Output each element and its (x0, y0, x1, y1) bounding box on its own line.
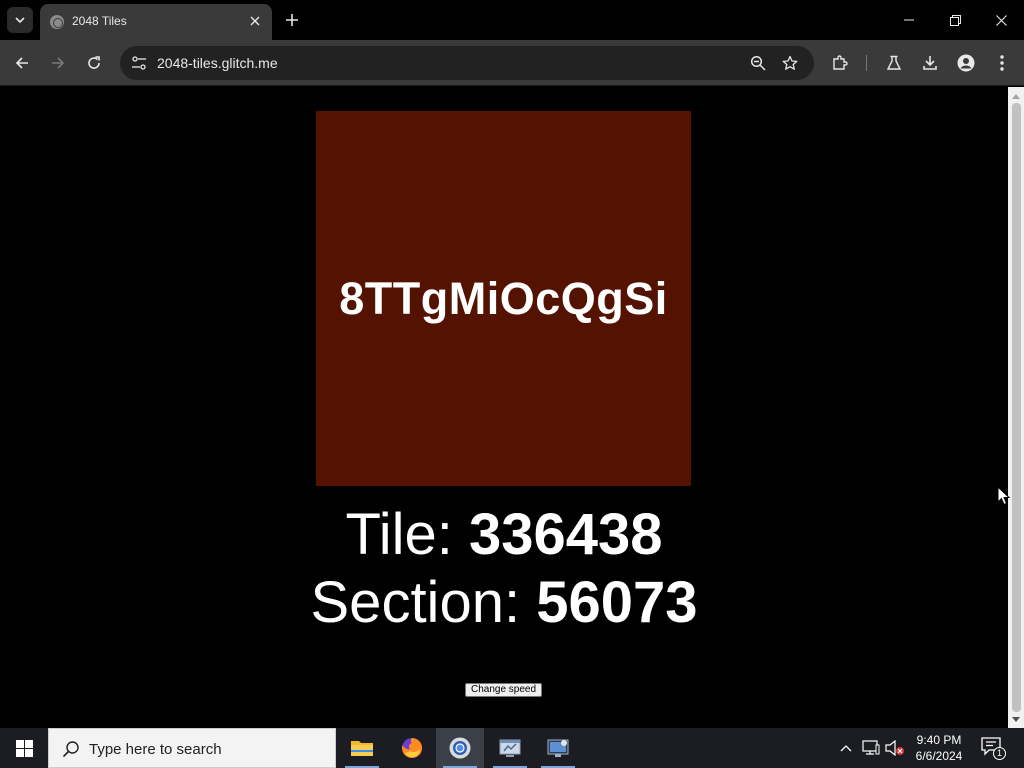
tab-close-button[interactable] (246, 12, 264, 30)
firefox-taskbar-button[interactable] (388, 728, 436, 768)
bookmark-button[interactable] (778, 51, 802, 75)
reload-icon (88, 56, 100, 69)
search-icon (62, 741, 79, 758)
show-hidden-icons-button[interactable] (836, 738, 856, 758)
browser-toolbar: 2048-tiles.glitch.me (0, 40, 1024, 86)
plus-icon (286, 14, 298, 26)
site-info-icon[interactable] (128, 52, 150, 74)
extensions-button[interactable] (826, 49, 854, 77)
chevron-up-icon (840, 745, 852, 752)
tab-title: 2048 Tiles (72, 14, 127, 28)
search-placeholder: Type here to search (89, 741, 222, 758)
url-text: 2048-tiles.glitch.me (157, 55, 278, 71)
restore-button[interactable] (932, 0, 978, 40)
scrollbar-thumb[interactable] (1012, 103, 1021, 712)
network-app-taskbar-button[interactable] (486, 728, 534, 768)
tile-number: 336438 (469, 502, 663, 567)
network-tray-button[interactable] (861, 738, 881, 758)
download-icon (923, 56, 937, 70)
restore-icon (949, 14, 961, 26)
clock-date: 6/6/2024 (915, 749, 963, 763)
taskbar-clock[interactable]: 9:40 PM 6/6/2024 (906, 732, 972, 764)
volume-tray-button[interactable] (885, 738, 905, 758)
network-window-icon (499, 739, 521, 757)
chrome-icon (449, 737, 471, 759)
windows-logo-icon (15, 739, 33, 757)
menu-button[interactable] (988, 49, 1016, 77)
start-button[interactable] (0, 728, 48, 768)
arrow-right-icon (52, 57, 65, 69)
labs-button[interactable] (880, 49, 908, 77)
speaker-muted-icon (885, 740, 904, 756)
file-explorer-taskbar-button[interactable] (338, 728, 386, 768)
page-scrollbar[interactable] (1008, 87, 1024, 728)
change-speed-button[interactable]: Change speed (465, 683, 543, 697)
tab-strip: 2048 Tiles (0, 0, 1024, 40)
remote-desktop-taskbar-button[interactable] (534, 728, 582, 768)
tile-code: 8TTgMiOcQgSi (339, 272, 668, 324)
back-button[interactable] (8, 49, 36, 77)
section-number-line: Section: 56073 (0, 568, 1008, 638)
notifications-button[interactable]: 1 (980, 736, 1006, 760)
folder-icon (351, 741, 373, 756)
minimize-icon (904, 19, 914, 21)
close-window-button[interactable] (978, 0, 1024, 40)
toolbar-divider (866, 55, 867, 71)
forward-button[interactable] (44, 49, 72, 77)
taskbar: Type here to search 9:40 PM 6/6/2024 1 (0, 728, 1024, 768)
puzzle-icon (833, 55, 848, 70)
zoom-button[interactable] (746, 51, 770, 75)
scroll-down-arrow-icon[interactable] (1008, 712, 1024, 726)
chevron-down-icon (15, 17, 25, 24)
downloads-button[interactable] (916, 49, 944, 77)
monitor-icon (547, 739, 569, 757)
tile-square: 8TTgMiOcQgSi (316, 111, 691, 486)
taskbar-search-box[interactable]: Type here to search (48, 728, 336, 768)
section-label: Section: (310, 570, 537, 635)
more-vertical-icon (1000, 55, 1004, 71)
close-icon (250, 16, 260, 26)
avatar-icon (957, 54, 975, 72)
page-viewport: 8TTgMiOcQgSi Tile: 336438 Section: 56073… (0, 87, 1008, 728)
reload-button[interactable] (80, 49, 108, 77)
globe-icon (50, 15, 64, 29)
scroll-up-arrow-icon[interactable] (1008, 89, 1024, 103)
zoom-out-icon (750, 55, 766, 71)
address-bar[interactable]: 2048-tiles.glitch.me (120, 46, 814, 80)
network-icon (862, 740, 880, 755)
mouse-cursor-icon (997, 486, 1011, 506)
flask-icon (886, 55, 902, 70)
tab-search-button[interactable] (7, 7, 33, 33)
minimize-button[interactable] (886, 0, 932, 40)
firefox-icon (402, 737, 423, 758)
notification-count-badge: 1 (993, 747, 1006, 760)
chrome-taskbar-button[interactable] (436, 728, 484, 768)
section-number: 56073 (536, 570, 698, 635)
profile-button[interactable] (952, 49, 980, 77)
tile-number-line: Tile: 336438 (0, 500, 1008, 570)
new-tab-button[interactable] (280, 8, 304, 32)
tile-label: Tile: (345, 502, 469, 567)
star-icon (782, 55, 798, 70)
clock-time: 9:40 PM (916, 733, 962, 747)
close-icon (995, 14, 1007, 26)
arrow-left-icon (15, 57, 28, 69)
active-tab[interactable]: 2048 Tiles (40, 4, 272, 40)
